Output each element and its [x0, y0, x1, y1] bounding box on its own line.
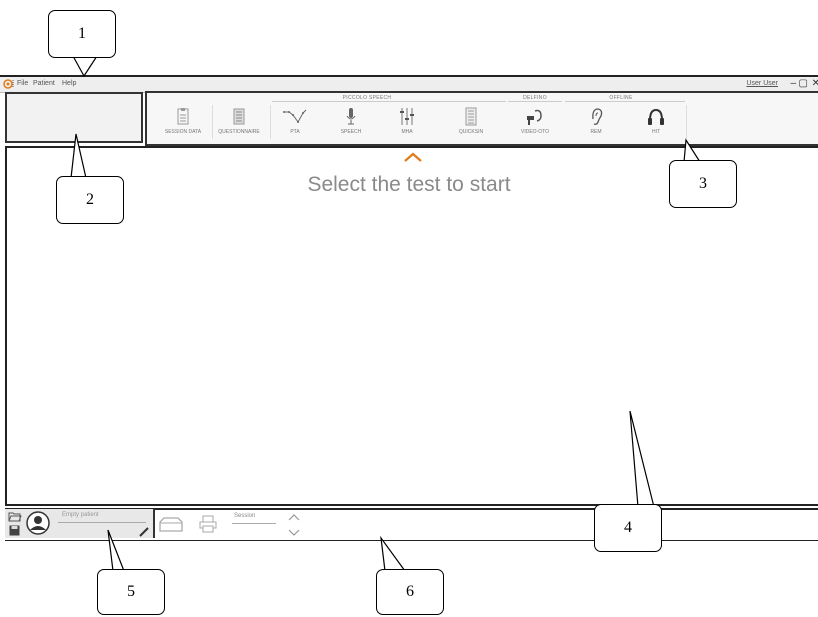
tool-separator	[686, 105, 687, 139]
patient-name: Empty patient	[62, 512, 99, 518]
session-stepper[interactable]	[287, 512, 301, 538]
clipboard-icon	[177, 108, 189, 125]
callout-3: 3	[669, 160, 737, 208]
close-button[interactable]: ✕	[812, 78, 818, 90]
microphone-icon	[346, 108, 356, 125]
callout-5: 5	[97, 569, 165, 615]
group-divider	[272, 101, 506, 102]
app-logo-icon	[3, 79, 14, 89]
save-icon[interactable]	[9, 525, 20, 536]
callout-6: 6	[376, 569, 444, 615]
tool-label: SESSION DATA	[164, 129, 202, 135]
callout-number: 2	[86, 191, 94, 208]
group-divider	[565, 101, 685, 102]
callout-2: 2	[56, 176, 124, 224]
open-folder-icon[interactable]	[8, 511, 22, 523]
sliders-icon	[400, 108, 414, 125]
patient-underline	[58, 522, 146, 523]
audiogram-icon	[283, 109, 307, 123]
menu-file[interactable]: File	[17, 80, 28, 87]
tool-session-data[interactable]: SESSION DATA	[155, 104, 211, 142]
callout-number: 3	[699, 175, 707, 192]
user-link[interactable]: User User	[746, 80, 778, 87]
menu-help[interactable]: Help	[62, 80, 76, 87]
print-icon[interactable]	[198, 514, 218, 534]
maximize-button[interactable]: ▢	[799, 78, 808, 90]
tool-questionnaire[interactable]: QUESTIONNAIRE	[211, 104, 267, 142]
tool-pta[interactable]: PTA	[267, 104, 323, 142]
avatar[interactable]	[26, 511, 50, 535]
tool-speech[interactable]: SPEECH	[323, 104, 379, 142]
left-panel	[5, 92, 143, 143]
callout-number: 4	[624, 519, 632, 536]
tool-rem[interactable]: REM	[568, 104, 624, 142]
tool-label: QUICKSIN	[458, 129, 484, 135]
tool-label: PTA	[290, 129, 300, 135]
callout-number: 5	[127, 583, 135, 600]
callout-number: 6	[406, 583, 414, 600]
test-toolbar: PICCOLO SPEECH DELFINO OFFLINE SESSION D…	[145, 91, 818, 146]
callout-number: 1	[78, 25, 86, 42]
tool-label: QUESTIONNAIRE	[218, 129, 260, 135]
group-divider	[508, 101, 562, 102]
otoscope-icon	[527, 109, 542, 125]
tool-hit[interactable]: HIT	[628, 104, 684, 142]
tool-label: VIDEO-OTO	[521, 129, 549, 135]
list-icon	[465, 107, 477, 126]
callout-1: 1	[48, 10, 116, 58]
tool-video-oto[interactable]: VIDEO-OTO	[507, 104, 563, 142]
tool-label: MHA	[401, 129, 413, 135]
edit-pencil-icon[interactable]	[138, 526, 150, 538]
chevron-up-icon[interactable]	[403, 151, 423, 163]
tool-quicksin[interactable]: QUICKSIN	[443, 104, 499, 142]
tool-label: HIT	[651, 129, 661, 135]
headphones-icon	[648, 108, 664, 125]
callout-4: 4	[594, 504, 662, 552]
tool-mha[interactable]: MHA	[379, 104, 435, 142]
tool-label: REM	[590, 129, 602, 135]
session-archive-icon[interactable]	[158, 515, 184, 535]
ear-icon	[592, 108, 603, 125]
tool-label: SPEECH	[340, 129, 362, 135]
menu-patient[interactable]: Patient	[33, 80, 55, 87]
minimize-button[interactable]: –	[790, 78, 796, 90]
questionnaire-icon	[233, 108, 245, 125]
session-underline	[232, 523, 276, 524]
session-label: Session	[234, 513, 256, 519]
